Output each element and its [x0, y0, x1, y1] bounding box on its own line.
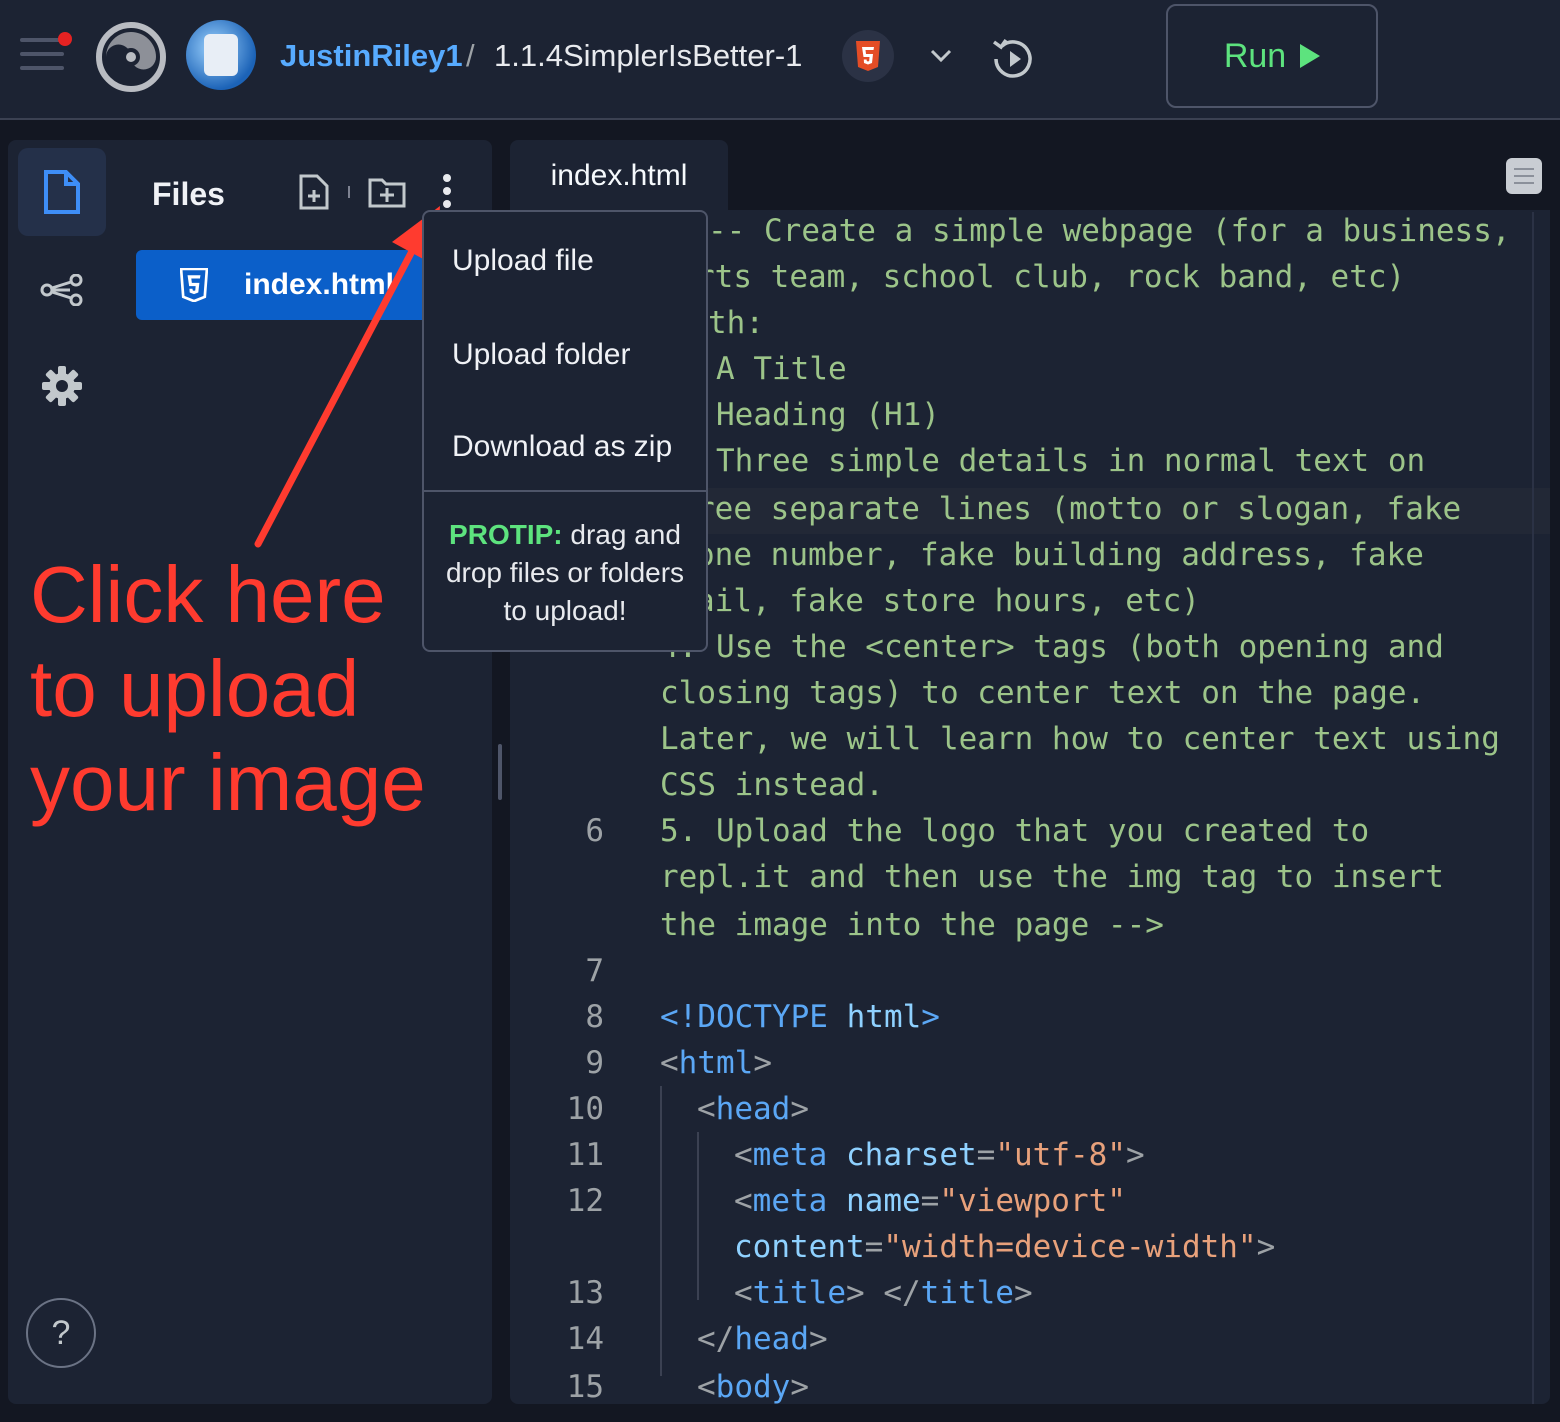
tab-index-html[interactable]: index.html — [510, 140, 728, 212]
line-number: 15 — [566, 1369, 604, 1404]
protip-text: PROTIP: drag and drop files or folders t… — [445, 519, 685, 626]
code-line-close-head: </head> — [697, 1321, 828, 1357]
annotation-line: your image — [30, 738, 426, 827]
code-line: Later, we will learn how to center text … — [660, 721, 1500, 757]
editor-scrollbar[interactable] — [1532, 212, 1534, 1404]
indent-guide — [697, 1132, 699, 1300]
line-number: 7 — [585, 953, 604, 989]
line-number: 10 — [566, 1091, 604, 1127]
code-line: 5. Upload the logo that you created to — [660, 813, 1370, 849]
code-line-meta-charset: <meta charset="utf-8"> — [734, 1137, 1145, 1173]
annotation-text: Click here to upload your image — [30, 548, 490, 830]
code-line: CSS instead. — [660, 767, 884, 803]
code-line: Heading (H1) — [716, 397, 940, 433]
new-file-icon[interactable] — [298, 174, 330, 210]
line-number: 14 — [566, 1321, 604, 1357]
line-number: 9 — [585, 1045, 604, 1081]
code-line-html: <html> — [660, 1045, 772, 1081]
file-item-index-html[interactable]: index.html — [136, 250, 436, 320]
chevron-down-icon[interactable] — [926, 40, 956, 70]
line-number: 6 — [585, 813, 604, 849]
menu-divider — [424, 490, 706, 492]
code-line: rts team, school club, rock band, etc) — [696, 259, 1406, 295]
code-line: ree separate lines (motto or slogan, fak… — [696, 491, 1462, 527]
file-icon[interactable] — [42, 170, 82, 214]
new-folder-icon[interactable] — [368, 176, 406, 208]
menu-item-upload-folder[interactable]: Upload folder — [452, 338, 630, 372]
line-number: 13 — [566, 1275, 604, 1311]
file-name: index.html — [244, 268, 395, 301]
user-avatar[interactable] — [186, 20, 256, 90]
indent-guide — [660, 1086, 662, 1376]
play-icon — [1300, 44, 1321, 68]
code-line-body: <body> — [697, 1369, 809, 1404]
more-options-icon[interactable] — [440, 172, 454, 212]
code-line-title: <title> </title> — [734, 1275, 1033, 1311]
protip-label: PROTIP: — [449, 519, 563, 550]
menu-item-download-zip[interactable]: Download as zip — [452, 430, 672, 464]
menu-icon[interactable] — [18, 30, 72, 74]
top-header: JustinRiley1 / 1.1.4SimplerIsBetter-1 Ru… — [0, 0, 1560, 120]
notification-dot — [58, 32, 72, 46]
code-line: repl.it and then use the img tag to inse… — [660, 859, 1444, 895]
code-line: the image into the page --> — [660, 907, 1164, 943]
code-line: th: — [708, 305, 764, 341]
html5-file-icon — [180, 268, 208, 302]
minimap-toggle-icon[interactable] — [1506, 158, 1542, 194]
gear-icon[interactable] — [40, 364, 84, 408]
panel-resize-handle[interactable] — [498, 744, 502, 800]
code-line: Three simple details in normal text on — [716, 443, 1426, 479]
code-line-meta-content: content="width=device-width"> — [734, 1229, 1276, 1265]
files-title: Files — [152, 176, 225, 212]
help-button[interactable]: ? — [26, 1298, 96, 1368]
html5-language-icon[interactable] — [842, 30, 894, 82]
help-label: ? — [51, 1313, 71, 1352]
line-number: 12 — [566, 1183, 604, 1219]
run-button[interactable]: Run — [1166, 4, 1378, 108]
username-link[interactable]: JustinRiley1 — [280, 38, 463, 74]
run-label: Run — [1223, 36, 1287, 75]
line-number: 11 — [566, 1137, 604, 1173]
annotation-line: to upload — [30, 644, 360, 733]
code-line-meta-viewport: <meta name="viewport" — [734, 1183, 1126, 1219]
code-line-doctype: <!DOCTYPE html> — [660, 999, 940, 1035]
history-icon[interactable] — [986, 32, 1040, 86]
file-options-dropdown: Upload file Upload folder Download as zi… — [422, 210, 708, 652]
git-share-icon[interactable] — [40, 274, 84, 306]
code-line: A Title — [716, 351, 847, 387]
path-separator: / — [466, 38, 475, 73]
toolbar-divider — [348, 186, 350, 198]
code-line: 4. Use the <center> tags (both opening a… — [660, 629, 1444, 665]
code-line-head: <head> — [697, 1091, 809, 1127]
code-line: closing tags) to center text on the page… — [660, 675, 1426, 711]
repl-name[interactable]: 1.1.4SimplerIsBetter-1 — [494, 38, 802, 74]
menu-item-upload-file[interactable]: Upload file — [452, 244, 594, 278]
annotation-line: Click here — [30, 550, 386, 639]
replit-logo-icon[interactable] — [96, 22, 166, 92]
code-line: one number, fake building address, fake — [696, 537, 1424, 573]
line-number: 8 — [585, 999, 604, 1035]
code-line: ail, fake store hours, etc) — [696, 583, 1200, 619]
code-line: -- Create a simple webpage (for a busine… — [708, 213, 1511, 249]
